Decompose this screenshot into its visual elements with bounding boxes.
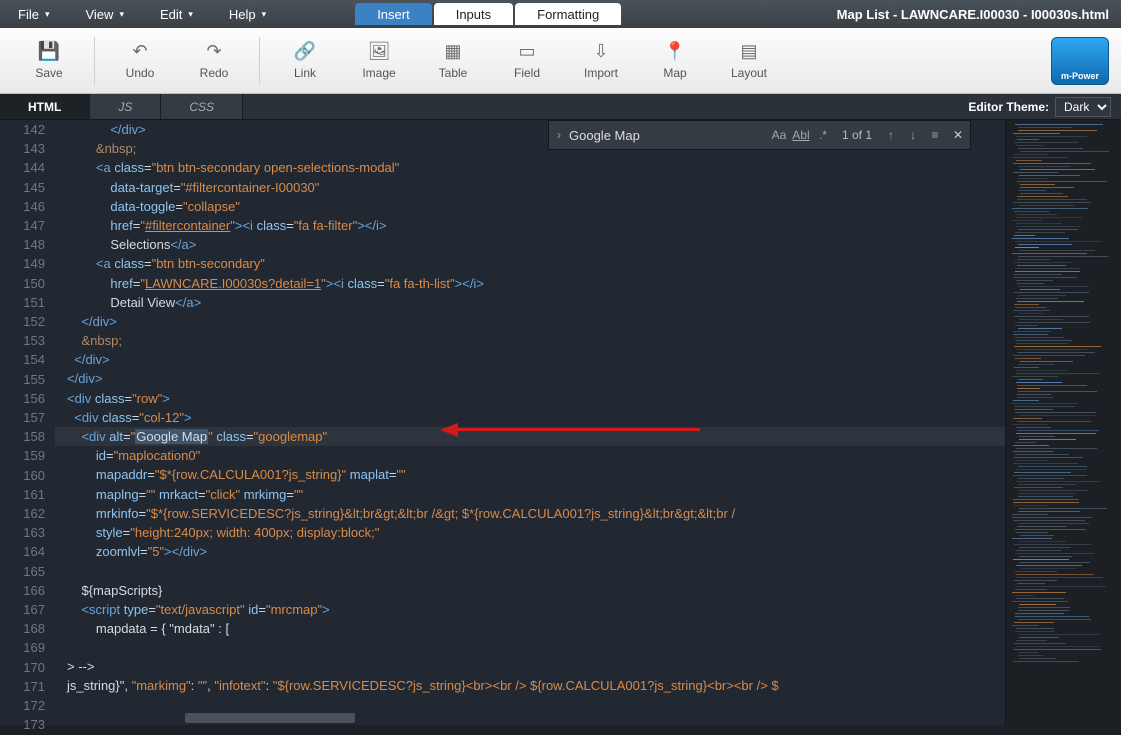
tab-insert[interactable]: Insert	[355, 3, 432, 25]
code-line[interactable]: > -->	[55, 657, 1005, 676]
code-line[interactable]	[55, 638, 1005, 657]
find-close-icon[interactable]: ✕	[946, 128, 970, 142]
undo-button[interactable]: ↶ Undo	[103, 31, 177, 91]
theme-select[interactable]: Dark	[1055, 97, 1111, 117]
undo-icon: ↶	[132, 41, 147, 62]
link-button[interactable]: 🔗 Link	[268, 31, 342, 91]
code-line[interactable]: ${mapScripts}	[55, 581, 1005, 600]
filetab-html[interactable]: HTML	[0, 94, 90, 119]
code-line[interactable]: <a class="btn btn-secondary open-selecti…	[55, 158, 1005, 177]
line-gutter: 1421431441451461471481491501511521531541…	[0, 120, 55, 725]
code-line[interactable]: href="LAWNCARE.I00030s?detail=1"><i clas…	[55, 274, 1005, 293]
import-icon: ⇩	[593, 41, 608, 62]
code-line[interactable]: <div class="row">	[55, 389, 1005, 408]
redo-button[interactable]: ↷ Redo	[177, 31, 251, 91]
filetab-css[interactable]: CSS	[161, 94, 243, 119]
code-line[interactable]: zoomlvl="5"></div>	[55, 542, 1005, 561]
toolbar: 💾 Save ↶ Undo ↷ Redo 🔗 Link 🖼 Image ▦ Ta…	[0, 28, 1121, 94]
minimap[interactable]	[1005, 120, 1121, 725]
code-line[interactable]: id="maplocation0"	[55, 446, 1005, 465]
chevron-down-icon: ▾	[262, 9, 267, 20]
code-editor[interactable]: 1421431441451461471481491501511521531541…	[0, 120, 1121, 725]
code-line[interactable]: </div>	[55, 350, 1005, 369]
menubar: File▾ View▾ Edit▾ Help▾ Insert Inputs Fo…	[0, 0, 1121, 28]
code-line[interactable]: data-toggle="collapse"	[55, 197, 1005, 216]
code-line[interactable]: mapdata = { "mdata" : [	[55, 619, 1005, 638]
chevron-down-icon: ▾	[188, 9, 193, 20]
window-title: Map List - LAWNCARE.I00030 - I00030s.htm…	[837, 0, 1121, 28]
find-collapse-icon[interactable]: ›	[549, 128, 569, 142]
table-button[interactable]: ▦ Table	[416, 31, 490, 91]
chevron-down-icon: ▾	[45, 9, 50, 20]
find-count: 1 of 1	[842, 128, 872, 142]
code-line[interactable]: js_string}", "markimg": "", "infotext": …	[55, 676, 1005, 695]
menu-help[interactable]: Help▾	[211, 0, 284, 28]
tab-formatting[interactable]: Formatting	[515, 3, 621, 25]
code-line[interactable]: <script type="text/javascript" id="mrcma…	[55, 600, 1005, 619]
tab-inputs[interactable]: Inputs	[434, 3, 513, 25]
save-button[interactable]: 💾 Save	[12, 31, 86, 91]
code-line[interactable]: </div>	[55, 369, 1005, 388]
find-next-icon[interactable]: ↓	[902, 128, 924, 142]
code-line[interactable]	[55, 561, 1005, 580]
code-line[interactable]: data-target="#filtercontainer-I00030"	[55, 178, 1005, 197]
code-line[interactable]: href="#filtercontainer"><i class="fa fa-…	[55, 216, 1005, 235]
theme-label: Editor Theme:	[968, 100, 1049, 114]
menu-file[interactable]: File▾	[0, 0, 67, 28]
annotation-arrow	[440, 423, 700, 437]
code-line[interactable]: Selections</a>	[55, 235, 1005, 254]
code-line[interactable]: style="height:240px; width: 400px; displ…	[55, 523, 1005, 542]
code-line[interactable]: mapaddr="$*{row.CALCULA001?js_string}" m…	[55, 465, 1005, 484]
layout-button[interactable]: ▤ Layout	[712, 31, 786, 91]
find-filter-icon[interactable]: ≡	[924, 128, 946, 142]
code-line[interactable]: </div>	[55, 312, 1005, 331]
layout-icon: ▤	[740, 41, 757, 62]
map-icon: 📍	[664, 41, 686, 62]
find-bar: › Aa Abl .* 1 of 1 ↑ ↓ ≡ ✕	[548, 120, 971, 150]
code-line[interactable]: &nbsp;	[55, 331, 1005, 350]
mpower-logo: m-Power	[1051, 37, 1109, 85]
chevron-down-icon: ▾	[119, 9, 124, 20]
code-line[interactable]: maplng="" mrkact="click" mrkimg=""	[55, 485, 1005, 504]
field-button[interactable]: ▭ Field	[490, 31, 564, 91]
wholeword-toggle[interactable]: Abl	[790, 128, 812, 142]
save-icon: 💾	[38, 41, 60, 62]
redo-icon: ↷	[206, 41, 221, 62]
regex-toggle[interactable]: .*	[812, 128, 834, 142]
import-button[interactable]: ⇩ Import	[564, 31, 638, 91]
scrollbar-thumb[interactable]	[185, 713, 355, 723]
find-prev-icon[interactable]: ↑	[880, 128, 902, 142]
horizontal-scrollbar[interactable]	[55, 711, 1005, 725]
filetab-js[interactable]: JS	[90, 94, 161, 119]
code-line[interactable]: <a class="btn btn-secondary"	[55, 254, 1005, 273]
menu-view[interactable]: View▾	[67, 0, 141, 28]
image-icon: 🖼	[368, 41, 391, 62]
code-line[interactable]: Detail View</a>	[55, 293, 1005, 312]
menu-edit[interactable]: Edit▾	[142, 0, 211, 28]
image-button[interactable]: 🖼 Image	[342, 31, 416, 91]
find-input[interactable]	[569, 128, 764, 143]
field-icon: ▭	[518, 41, 535, 62]
link-icon: 🔗	[294, 41, 316, 62]
map-button[interactable]: 📍 Map	[638, 31, 712, 91]
code-line[interactable]: mrkinfo="$*{row.SERVICEDESC?js_string}&l…	[55, 504, 1005, 523]
matchcase-toggle[interactable]: Aa	[768, 128, 790, 142]
table-icon: ▦	[444, 41, 461, 62]
editor-header: HTML JS CSS Editor Theme: Dark	[0, 94, 1121, 120]
